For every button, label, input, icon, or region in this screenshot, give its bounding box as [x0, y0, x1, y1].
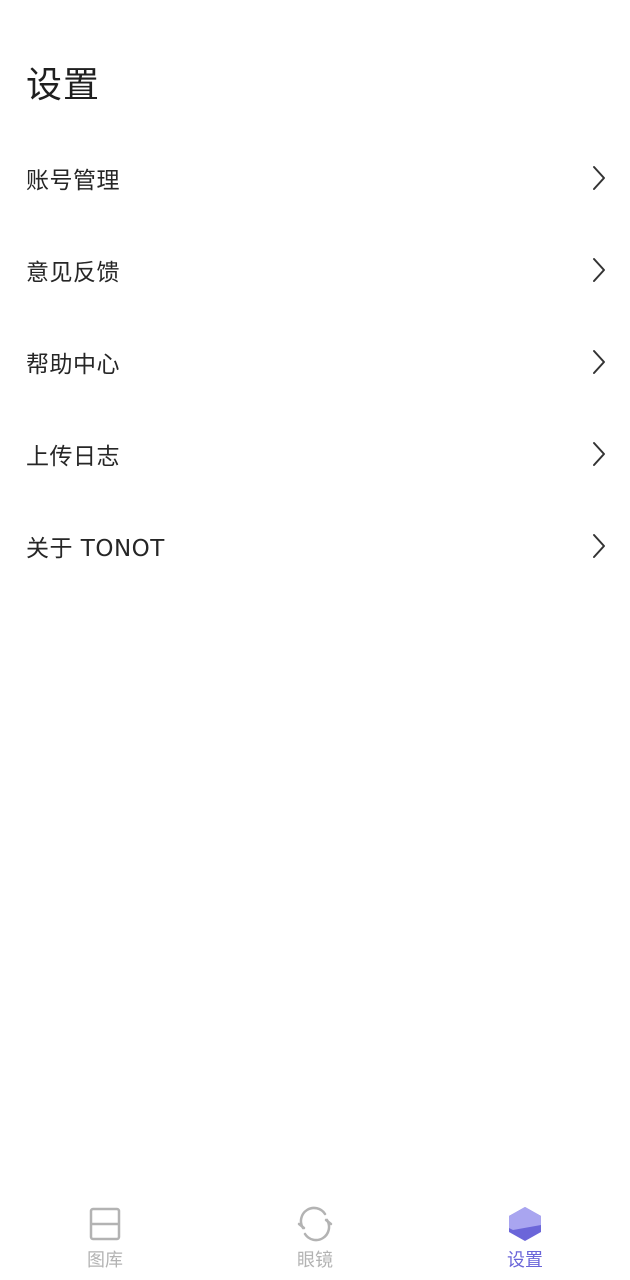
glasses-sync-icon — [295, 1204, 335, 1244]
chevron-right-icon — [592, 349, 606, 375]
chevron-right-icon — [592, 441, 606, 467]
chevron-right-icon — [592, 533, 606, 559]
tab-gallery[interactable]: 图库 — [0, 1188, 210, 1280]
chevron-right-icon — [592, 257, 606, 283]
menu-item-account-management[interactable]: 账号管理 — [0, 132, 630, 224]
menu-item-label: 账号管理 — [26, 168, 120, 194]
tab-label: 眼镜 — [297, 1250, 333, 1271]
gallery-icon — [85, 1204, 125, 1244]
menu-item-upload-logs[interactable]: 上传日志 — [0, 408, 630, 500]
menu-item-label: 意见反馈 — [26, 260, 120, 286]
tab-settings[interactable]: 设置 — [420, 1188, 630, 1280]
settings-cube-icon — [505, 1204, 545, 1244]
page-title: 设置 — [26, 65, 101, 106]
tab-label: 图库 — [87, 1250, 123, 1271]
menu-item-label: 帮助中心 — [26, 352, 120, 378]
chevron-right-icon — [592, 165, 606, 191]
menu-item-label: 关于 TONOT — [26, 536, 165, 562]
bottom-tab-bar: 图库 眼镜 设置 — [0, 1188, 630, 1280]
menu-item-about[interactable]: 关于 TONOT — [0, 500, 630, 592]
menu-item-help-center[interactable]: 帮助中心 — [0, 316, 630, 408]
tab-glasses[interactable]: 眼镜 — [210, 1188, 420, 1280]
settings-page: 设置 账号管理 意见反馈 帮助中心 上传日志 关于 TONOT 图库 眼镜 设置 — [0, 0, 630, 1280]
menu-item-label: 上传日志 — [26, 444, 120, 470]
tab-label: 设置 — [507, 1250, 543, 1271]
settings-menu: 账号管理 意见反馈 帮助中心 上传日志 关于 TONOT — [0, 132, 630, 592]
menu-item-feedback[interactable]: 意见反馈 — [0, 224, 630, 316]
